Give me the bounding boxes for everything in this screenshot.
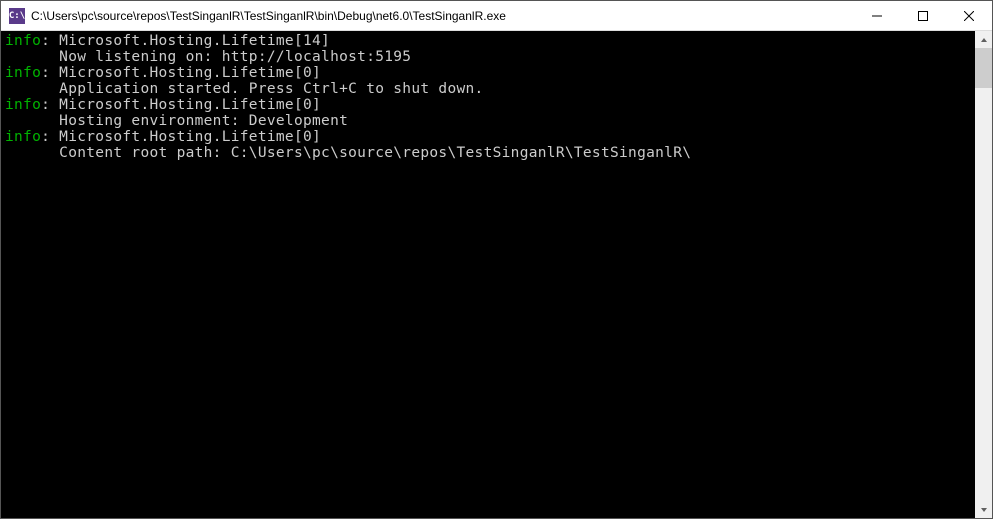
log-source: : Microsoft.Hosting.Lifetime[14] <box>41 33 330 49</box>
log-line-header: info: Microsoft.Hosting.Lifetime[14] <box>5 33 971 49</box>
log-line-header: info: Microsoft.Hosting.Lifetime[0] <box>5 97 971 113</box>
scroll-up-button[interactable] <box>975 31 992 48</box>
console-area: info: Microsoft.Hosting.Lifetime[14] Now… <box>1 31 992 518</box>
close-button[interactable] <box>946 1 992 30</box>
scroll-thumb[interactable] <box>975 48 992 88</box>
maximize-icon <box>918 11 928 21</box>
log-message: Content root path: C:\Users\pc\source\re… <box>5 145 971 161</box>
chevron-down-icon <box>980 506 988 514</box>
log-level: info <box>5 33 41 49</box>
window-controls <box>854 1 992 30</box>
log-line-header: info: Microsoft.Hosting.Lifetime[0] <box>5 65 971 81</box>
log-level: info <box>5 129 41 145</box>
vertical-scrollbar[interactable] <box>975 31 992 518</box>
log-message: Hosting environment: Development <box>5 113 971 129</box>
chevron-up-icon <box>980 36 988 44</box>
titlebar[interactable]: C:\ C:\Users\pc\source\repos\TestSinganl… <box>1 1 992 31</box>
log-source: : Microsoft.Hosting.Lifetime[0] <box>41 65 321 81</box>
log-message: Application started. Press Ctrl+C to shu… <box>5 81 971 97</box>
log-source: : Microsoft.Hosting.Lifetime[0] <box>41 97 321 113</box>
maximize-button[interactable] <box>900 1 946 30</box>
minimize-icon <box>872 11 882 21</box>
window-title: C:\Users\pc\source\repos\TestSinganlR\Te… <box>31 9 854 23</box>
console-output[interactable]: info: Microsoft.Hosting.Lifetime[14] Now… <box>1 31 975 518</box>
log-level: info <box>5 65 41 81</box>
minimize-button[interactable] <box>854 1 900 30</box>
app-icon: C:\ <box>9 8 25 24</box>
scroll-down-button[interactable] <box>975 501 992 518</box>
scroll-track[interactable] <box>975 48 992 501</box>
log-source: : Microsoft.Hosting.Lifetime[0] <box>41 129 321 145</box>
log-level: info <box>5 97 41 113</box>
log-line-header: info: Microsoft.Hosting.Lifetime[0] <box>5 129 971 145</box>
close-icon <box>964 11 974 21</box>
log-message: Now listening on: http://localhost:5195 <box>5 49 971 65</box>
